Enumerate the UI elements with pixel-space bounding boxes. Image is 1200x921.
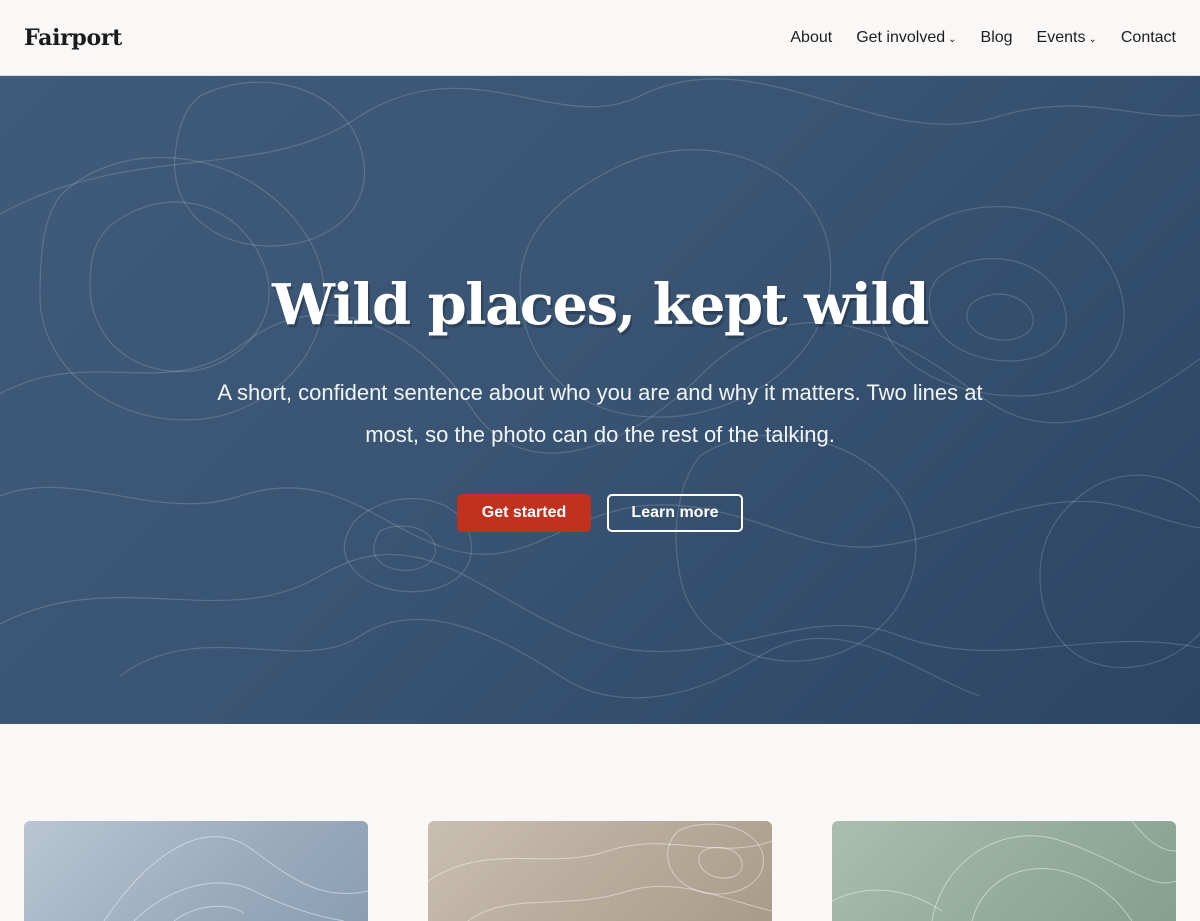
hero-section: Wild places, kept wild A short, confiden…: [0, 76, 1200, 724]
topographic-lines-decoration: [832, 821, 1176, 921]
site-logo[interactable]: Fairport: [24, 25, 122, 51]
chevron-down-icon: ⌄: [948, 33, 957, 45]
topographic-lines-decoration: [428, 823, 772, 921]
nav-item-label: Contact: [1120, 28, 1176, 46]
topographic-lines-decoration: [103, 836, 368, 921]
nav-item-label: Get involved: [856, 28, 946, 46]
feature-card-image[interactable]: [24, 821, 368, 921]
nav-item-events[interactable]: Events ⌄: [1037, 29, 1097, 47]
nav-item-blog[interactable]: Blog: [981, 29, 1013, 47]
feature-card-image[interactable]: [832, 821, 1176, 921]
feature-card-image[interactable]: [428, 821, 772, 921]
nav-item-about[interactable]: About: [790, 29, 832, 47]
chevron-down-icon: ⌄: [1088, 33, 1097, 45]
hero-subtitle: A short, confident sentence about who yo…: [217, 380, 983, 447]
get-started-button[interactable]: Get started: [457, 494, 591, 532]
learn-more-button[interactable]: Learn more: [607, 494, 743, 532]
nav-item-label: Blog: [980, 28, 1013, 46]
hero-title: Wild places, kept wild: [272, 272, 929, 338]
hero-actions: Get started Learn more: [0, 494, 1200, 532]
main-nav: About Get involved ⌄ Blog Events ⌄ Conta…: [790, 29, 1176, 47]
nav-item-label: Events: [1036, 28, 1086, 46]
site-header: Fairport About Get involved ⌄ Blog Event…: [0, 0, 1200, 76]
hero-content: Wild places, kept wild A short, confiden…: [0, 272, 1200, 532]
nav-item-contact[interactable]: Contact: [1121, 29, 1176, 47]
nav-item-label: About: [790, 28, 833, 46]
nav-item-get-involved[interactable]: Get involved ⌄: [856, 29, 956, 47]
feature-cards: [24, 821, 1176, 921]
